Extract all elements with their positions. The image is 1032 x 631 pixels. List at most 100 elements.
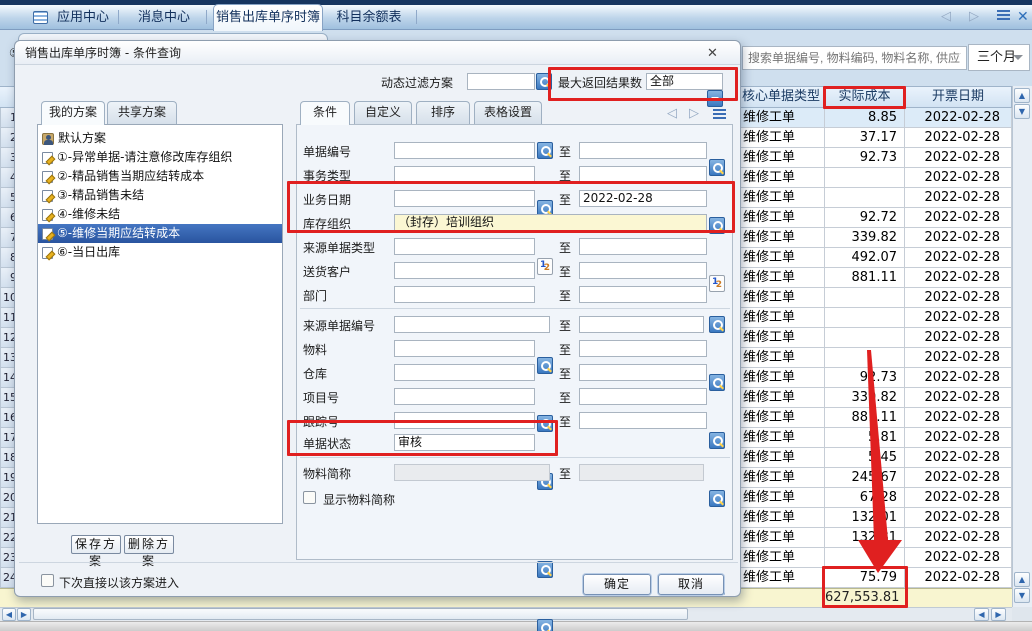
- cell-actual-cost[interactable]: 339.82: [825, 228, 905, 248]
- tab-grid-settings[interactable]: 表格设置: [474, 101, 542, 124]
- field-input-from[interactable]: [394, 238, 535, 255]
- scheme-item[interactable]: ④-维修未结: [38, 205, 282, 224]
- tab-my-schemes[interactable]: 我的方案: [41, 101, 105, 125]
- field-input-to[interactable]: [579, 238, 707, 255]
- cell-doc-type[interactable]: 维修工单: [738, 148, 825, 168]
- cell-invoice-date[interactable]: 2022-02-28: [905, 488, 1012, 508]
- field-input-from[interactable]: [394, 364, 535, 381]
- tab-app-center[interactable]: 应用中心: [52, 5, 114, 30]
- field-input-to[interactable]: [579, 364, 707, 381]
- column-header-invoice-date[interactable]: 开票日期: [905, 86, 1012, 108]
- lookup-icon[interactable]: [709, 432, 725, 449]
- field-input-to[interactable]: [579, 142, 707, 159]
- cell-doc-type[interactable]: 维修工单: [738, 288, 825, 308]
- cell-doc-type[interactable]: 维修工单: [738, 528, 825, 548]
- scroll-up-icon[interactable]: ▲: [1014, 572, 1030, 587]
- tab-custom[interactable]: 自定义: [354, 101, 412, 124]
- tab-account-balance[interactable]: 科目余额表: [328, 5, 410, 30]
- scroll-right-icon[interactable]: ▶: [991, 608, 1006, 621]
- cell-invoice-date[interactable]: 2022-02-28: [905, 548, 1012, 568]
- vertical-scrollbar[interactable]: [1012, 86, 1032, 608]
- lookup-icon[interactable]: [537, 619, 553, 631]
- cell-doc-type[interactable]: 维修工单: [738, 408, 825, 428]
- cell-invoice-date[interactable]: 2022-02-28: [905, 228, 1012, 248]
- cell-doc-type[interactable]: 维修工单: [738, 268, 825, 288]
- lookup-icon[interactable]: [709, 316, 725, 333]
- lookup-icon[interactable]: [537, 561, 553, 578]
- cell-actual-cost[interactable]: 92.73: [825, 148, 905, 168]
- tab-list-icon[interactable]: [997, 10, 1010, 21]
- field-input-from[interactable]: [394, 286, 535, 303]
- calendar-icon[interactable]: [709, 275, 725, 292]
- cell-actual-cost[interactable]: 492.07: [825, 248, 905, 268]
- scroll-down-icon[interactable]: ▼: [1014, 588, 1030, 603]
- cell-actual-cost[interactable]: [825, 308, 905, 328]
- enter-with-scheme-checkbox[interactable]: [41, 574, 54, 587]
- scheme-item[interactable]: ③-精品销售未结: [38, 186, 282, 205]
- search-input[interactable]: [742, 46, 967, 70]
- lookup-icon[interactable]: [537, 357, 553, 374]
- scheme-item[interactable]: 默认方案: [38, 129, 282, 148]
- cell-invoice-date[interactable]: 2022-02-28: [905, 108, 1012, 128]
- scroll-left-icon[interactable]: ◀: [2, 608, 16, 621]
- cell-actual-cost[interactable]: [825, 188, 905, 208]
- cell-doc-type[interactable]: 维修工单: [738, 368, 825, 388]
- cell-doc-type[interactable]: 维修工单: [738, 428, 825, 448]
- cell-doc-type[interactable]: 维修工单: [738, 128, 825, 148]
- cell-invoice-date[interactable]: 2022-02-28: [905, 508, 1012, 528]
- cell-invoice-date[interactable]: 2022-02-28: [905, 148, 1012, 168]
- tab-message-center[interactable]: 消息中心: [128, 5, 200, 30]
- cell-invoice-date[interactable]: 2022-02-28: [905, 348, 1012, 368]
- cell-invoice-date[interactable]: 2022-02-28: [905, 408, 1012, 428]
- save-scheme-button[interactable]: 保存方案: [71, 535, 121, 554]
- cell-invoice-date[interactable]: 2022-02-28: [905, 448, 1012, 468]
- field-input-to[interactable]: [579, 316, 704, 333]
- cell-doc-type[interactable]: 维修工单: [738, 188, 825, 208]
- field-input-to[interactable]: [579, 388, 707, 405]
- cancel-button[interactable]: 取消: [658, 574, 724, 595]
- cell-doc-type[interactable]: 维修工单: [738, 508, 825, 528]
- cell-doc-type[interactable]: 维修工单: [738, 108, 825, 128]
- scheme-item[interactable]: ①-异常单据-请注意修改库存组织: [38, 148, 282, 167]
- scroll-left-icon[interactable]: ◀: [974, 608, 989, 621]
- tab-sort[interactable]: 排序: [416, 101, 470, 124]
- cell-invoice-date[interactable]: 2022-02-28: [905, 428, 1012, 448]
- nav-forward-icon[interactable]: ▷: [969, 8, 979, 26]
- cell-doc-type[interactable]: 维修工单: [738, 568, 825, 588]
- cell-doc-type[interactable]: 维修工单: [738, 448, 825, 468]
- cell-doc-type[interactable]: 维修工单: [738, 168, 825, 188]
- field-input-to[interactable]: [579, 412, 707, 429]
- cell-actual-cost[interactable]: 8.85: [825, 108, 905, 128]
- lookup-icon[interactable]: [709, 490, 725, 507]
- field-input-from[interactable]: [394, 142, 535, 159]
- period-dropdown[interactable]: 三个月: [968, 44, 1030, 71]
- cell-invoice-date[interactable]: 2022-02-28: [905, 128, 1012, 148]
- cell-invoice-date[interactable]: 2022-02-28: [905, 168, 1012, 188]
- cell-invoice-date[interactable]: 2022-02-28: [905, 568, 1012, 588]
- dialog-close-icon[interactable]: ✕: [707, 46, 718, 62]
- cell-doc-type[interactable]: 维修工单: [738, 488, 825, 508]
- cell-invoice-date[interactable]: 2022-02-28: [905, 188, 1012, 208]
- cell-doc-type[interactable]: 维修工单: [738, 328, 825, 348]
- cell-invoice-date[interactable]: 2022-02-28: [905, 288, 1012, 308]
- cell-actual-cost[interactable]: [825, 168, 905, 188]
- cell-doc-type[interactable]: 维修工单: [738, 548, 825, 568]
- cell-doc-type[interactable]: 维修工单: [738, 228, 825, 248]
- cell-invoice-date[interactable]: 2022-02-28: [905, 328, 1012, 348]
- field-input-from[interactable]: [394, 388, 535, 405]
- scroll-up-icon[interactable]: ▲: [1014, 88, 1030, 103]
- lookup-icon[interactable]: [537, 142, 553, 159]
- lookup-icon[interactable]: [709, 159, 725, 176]
- cell-actual-cost[interactable]: 37.17: [825, 128, 905, 148]
- scheme-item[interactable]: ②-精品销售当期应结转成本: [38, 167, 282, 186]
- scheme-item[interactable]: ⑤-维修当期应结转成本: [38, 224, 282, 243]
- cell-doc-type[interactable]: 维修工单: [738, 208, 825, 228]
- nav-forward-icon[interactable]: ▷: [689, 105, 699, 123]
- tab-list-icon[interactable]: [713, 109, 726, 120]
- cell-doc-type[interactable]: 维修工单: [738, 468, 825, 488]
- cell-invoice-date[interactable]: 2022-02-28: [905, 208, 1012, 228]
- scroll-right-icon[interactable]: ▶: [17, 608, 31, 621]
- tab-sales-outbound-journal[interactable]: 销售出库单序时簿: [213, 4, 323, 31]
- field-input-from[interactable]: [394, 340, 535, 357]
- cell-invoice-date[interactable]: 2022-02-28: [905, 308, 1012, 328]
